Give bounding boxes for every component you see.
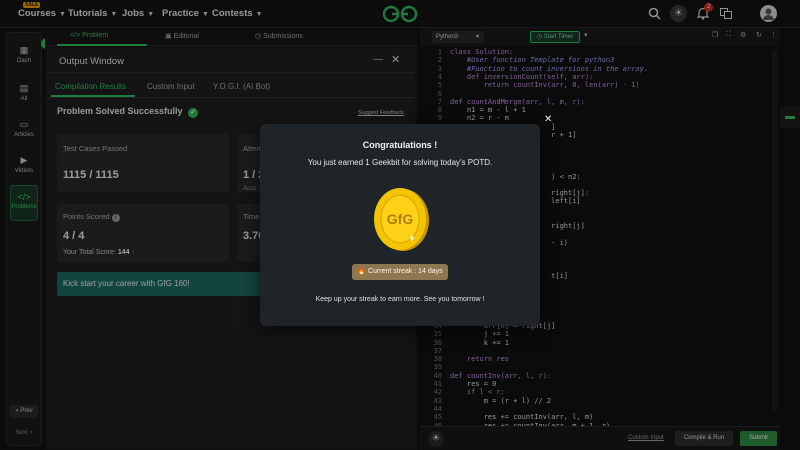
- modal-title: Congratulations !: [362, 140, 438, 150]
- coin-logo-text: GfG: [387, 211, 414, 227]
- modal-footer: Keep up your streak to earn more. See yo…: [315, 296, 485, 303]
- congratulations-modal: Congratulations ! You just earned 1 Geek…: [260, 114, 552, 326]
- modal-message: You just earned 1 Geekbit for solving to…: [307, 158, 493, 167]
- geekbit-coin-icon: GfG: [374, 188, 429, 251]
- streak-badge: 🔥 Current streak : 14 days: [352, 264, 448, 280]
- close-icon[interactable]: ✕: [544, 114, 552, 125]
- fire-icon: 🔥: [357, 268, 367, 275]
